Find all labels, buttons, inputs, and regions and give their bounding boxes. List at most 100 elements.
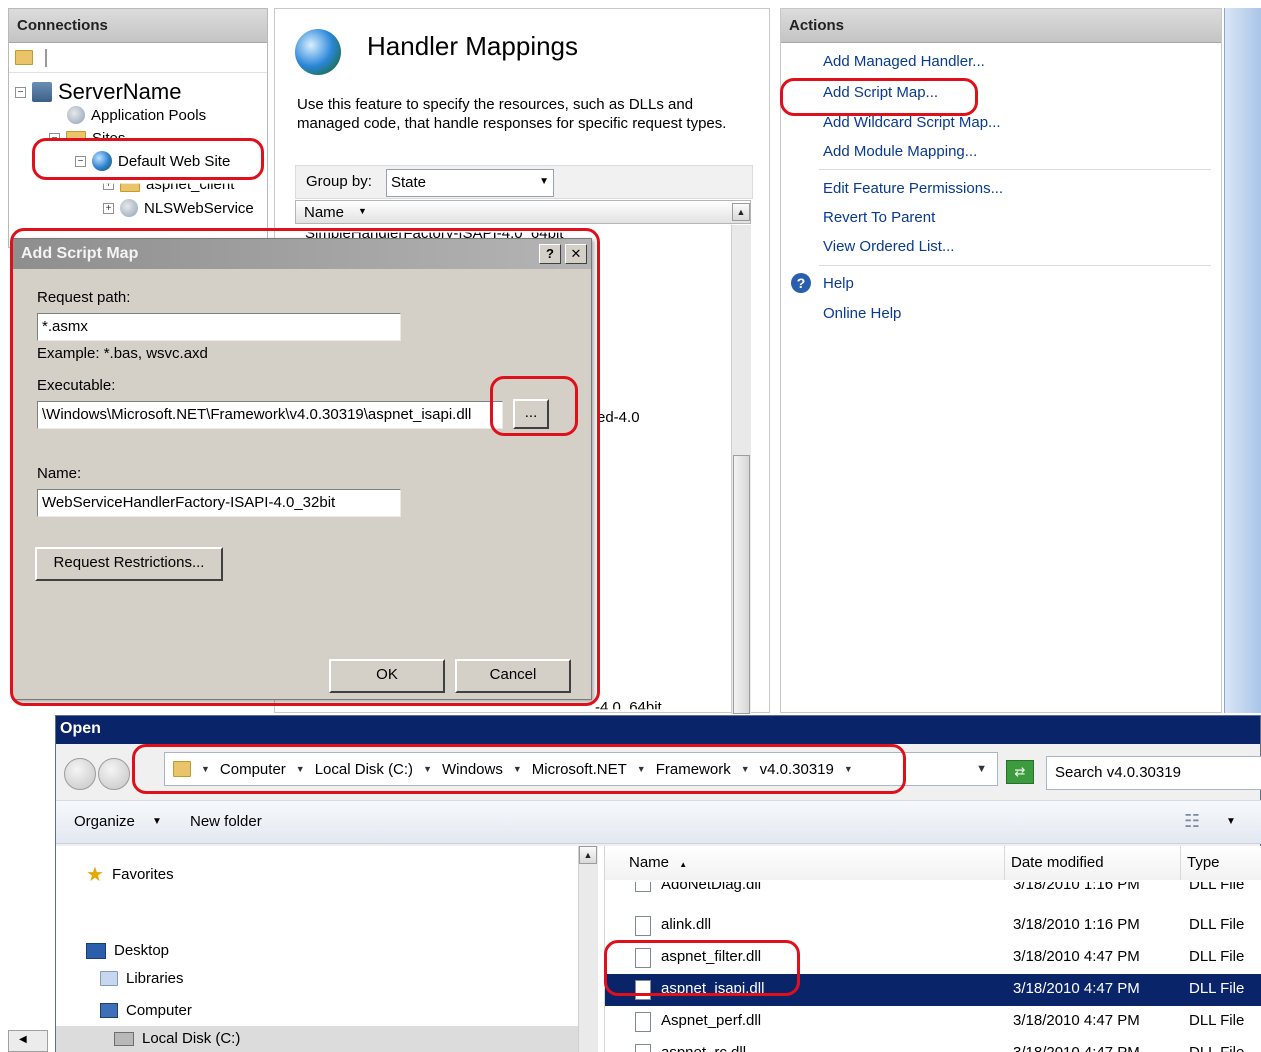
executable-input[interactable]: \Windows\Microsoft.NET\Framework\v4.0.30… bbox=[37, 401, 503, 429]
file-type: DLL File bbox=[1189, 1044, 1244, 1052]
add-wildcard-script-map-link[interactable]: Add Wildcard Script Map... bbox=[823, 114, 1001, 131]
nav-libraries[interactable]: Libraries bbox=[100, 970, 184, 987]
organize-dropdown-icon[interactable]: ▼ bbox=[152, 816, 162, 827]
tree-node-aspnet-client[interactable]: + aspnet_client bbox=[103, 183, 234, 193]
connect-icon[interactable] bbox=[15, 50, 33, 65]
column-name-label: Name bbox=[629, 854, 670, 871]
drive-icon bbox=[114, 1031, 134, 1046]
breadcrumb-microsoft-net[interactable]: Microsoft.NET bbox=[532, 761, 627, 778]
folder-icon bbox=[120, 183, 140, 192]
dll-file-icon bbox=[635, 882, 651, 892]
breadcrumb-arrow-icon[interactable]: ▼ bbox=[741, 764, 750, 774]
group-by-bar: Group by: State ▼ bbox=[295, 165, 753, 199]
request-restrictions-button[interactable]: Request Restrictions... bbox=[35, 547, 223, 581]
breadcrumb-arrow-icon[interactable]: ▼ bbox=[637, 764, 646, 774]
dll-file-icon bbox=[635, 948, 651, 968]
group-by-select[interactable]: State ▼ bbox=[386, 169, 554, 197]
add-managed-handler-link[interactable]: Add Managed Handler... bbox=[823, 53, 985, 70]
breadcrumb-computer[interactable]: Computer bbox=[220, 761, 286, 778]
help-link[interactable]: Help bbox=[823, 275, 854, 292]
ok-button[interactable]: OK bbox=[329, 659, 445, 693]
back-button-icon[interactable] bbox=[64, 758, 96, 790]
nav-computer[interactable]: Computer bbox=[100, 1002, 192, 1019]
tree-node-server[interactable]: − ServerName bbox=[15, 79, 181, 105]
handler-mappings-icon bbox=[295, 29, 341, 75]
page-title: Handler Mappings bbox=[367, 31, 579, 61]
add-module-mapping-link[interactable]: Add Module Mapping... bbox=[823, 143, 977, 160]
executable-label: Executable: bbox=[37, 377, 116, 394]
tree-node-sites[interactable]: − Sites bbox=[49, 130, 125, 139]
collapse-icon[interactable]: − bbox=[15, 86, 26, 98]
view-ordered-list-link[interactable]: View Ordered List... bbox=[823, 238, 954, 255]
handler-list-scrollbar[interactable] bbox=[731, 225, 751, 714]
view-options-icon[interactable]: ☷ bbox=[1184, 811, 1200, 832]
help-button[interactable]: ? bbox=[539, 244, 561, 264]
forward-button-icon[interactable] bbox=[98, 758, 130, 790]
file-row[interactable]: alink.dll 3/18/2010 1:16 PM DLL File bbox=[605, 910, 1261, 942]
tree-node-app-pools[interactable]: Application Pools bbox=[67, 106, 206, 124]
expand-icon[interactable]: + bbox=[103, 183, 114, 190]
nav-favorites[interactable]: ★ Favorites bbox=[86, 862, 174, 887]
file-type: DLL File bbox=[1189, 948, 1245, 965]
breadcrumb-arrow-icon[interactable]: ▼ bbox=[844, 764, 853, 774]
request-path-input[interactable]: *.asmx bbox=[37, 313, 401, 341]
nav-scrollbar[interactable]: ▲ bbox=[578, 846, 598, 1052]
nav-libraries-label: Libraries bbox=[126, 970, 184, 987]
cancel-button[interactable]: Cancel bbox=[455, 659, 571, 693]
collapse-icon[interactable]: − bbox=[75, 155, 86, 167]
breadcrumb-arrow-icon[interactable]: ▼ bbox=[513, 764, 522, 774]
collapse-icon[interactable]: − bbox=[49, 133, 60, 139]
add-script-map-link[interactable]: Add Script Map... bbox=[823, 84, 938, 101]
breadcrumb-framework[interactable]: Framework bbox=[656, 761, 731, 778]
tree-node-nls-service[interactable]: + NLSWebService bbox=[103, 199, 254, 217]
connections-header: Connections bbox=[9, 9, 267, 43]
file-date: 3/18/2010 4:47 PM bbox=[1013, 980, 1140, 997]
file-row[interactable]: aspnet_filter.dll 3/18/2010 4:47 PM DLL … bbox=[605, 942, 1261, 974]
sort-arrow-icon: ▼ bbox=[358, 206, 367, 216]
revert-to-parent-link[interactable]: Revert To Parent bbox=[823, 209, 935, 226]
column-header-name[interactable]: Name bbox=[304, 204, 344, 221]
scroll-up-icon[interactable]: ▲ bbox=[579, 846, 597, 864]
dialog-title-bar: Add Script Map ? ✕ bbox=[13, 239, 591, 269]
breadcrumb-arrow-icon[interactable]: ▼ bbox=[201, 764, 210, 774]
nav-desktop[interactable]: Desktop bbox=[86, 942, 169, 959]
handler-row-bottom[interactable]: -4.0_64bit bbox=[595, 699, 662, 709]
handler-row-fragment[interactable]: ed-4.0 bbox=[597, 409, 640, 426]
column-header-type[interactable]: Type bbox=[1181, 846, 1261, 880]
breadcrumb-version[interactable]: v4.0.30319 bbox=[760, 761, 834, 778]
search-input[interactable]: Search v4.0.30319 bbox=[1046, 756, 1261, 790]
tree-node-default-web-site[interactable]: − Default Web Site bbox=[75, 151, 230, 171]
address-bar[interactable]: ▼ Computer ▼ Local Disk (C:) ▼ Windows ▼… bbox=[164, 752, 998, 786]
breadcrumb-windows[interactable]: Windows bbox=[442, 761, 503, 778]
open-dialog-title: Open bbox=[56, 716, 1260, 744]
column-header-name[interactable]: Name ▲ bbox=[605, 846, 1005, 880]
dropdown-arrow-icon[interactable]: ▼ bbox=[539, 176, 549, 187]
file-name: aspnet_rc.dll bbox=[661, 1044, 746, 1052]
breadcrumb-arrow-icon[interactable]: ▼ bbox=[423, 764, 432, 774]
online-help-link[interactable]: Online Help bbox=[823, 305, 901, 322]
column-header-date[interactable]: Date modified bbox=[1005, 846, 1181, 880]
file-row[interactable]: AdoNetDiag.dll 3/18/2010 1:16 PM DLL Fil… bbox=[605, 882, 1261, 898]
address-history-arrow-icon[interactable]: ▼ bbox=[976, 763, 987, 775]
file-row-selected[interactable]: aspnet_isapi.dll 3/18/2010 4:47 PM DLL F… bbox=[605, 974, 1261, 1006]
bottom-scroll-left-icon[interactable]: ◀ bbox=[8, 1030, 48, 1052]
browse-button[interactable]: ... bbox=[513, 399, 549, 429]
help-icon[interactable]: ? bbox=[791, 273, 811, 293]
new-folder-button[interactable]: New folder bbox=[190, 813, 262, 830]
scroll-up-icon[interactable]: ▲ bbox=[732, 203, 750, 221]
refresh-icon[interactable]: ⇄ bbox=[1006, 760, 1034, 784]
nav-local-disk-row[interactable]: Local Disk (C:) bbox=[56, 1026, 578, 1052]
file-row[interactable]: aspnet_rc.dll 3/18/2010 4:47 PM DLL File bbox=[605, 1038, 1261, 1052]
scroll-thumb[interactable] bbox=[733, 455, 750, 714]
breadcrumb-local-disk[interactable]: Local Disk (C:) bbox=[315, 761, 413, 778]
nav-local-disk[interactable]: Local Disk (C:) bbox=[114, 1030, 240, 1047]
view-dropdown-icon[interactable]: ▼ bbox=[1226, 816, 1236, 827]
name-input[interactable]: WebServiceHandlerFactory-ISAPI-4.0_32bit bbox=[37, 489, 401, 517]
breadcrumb-arrow-icon[interactable]: ▼ bbox=[296, 764, 305, 774]
close-button[interactable]: ✕ bbox=[565, 244, 587, 264]
organize-button[interactable]: Organize bbox=[74, 813, 135, 830]
file-row[interactable]: Aspnet_perf.dll 3/18/2010 4:47 PM DLL Fi… bbox=[605, 1006, 1261, 1038]
expand-icon[interactable]: + bbox=[103, 202, 114, 214]
sort-arrow-icon: ▲ bbox=[679, 860, 688, 869]
edit-feature-permissions-link[interactable]: Edit Feature Permissions... bbox=[823, 180, 1003, 197]
